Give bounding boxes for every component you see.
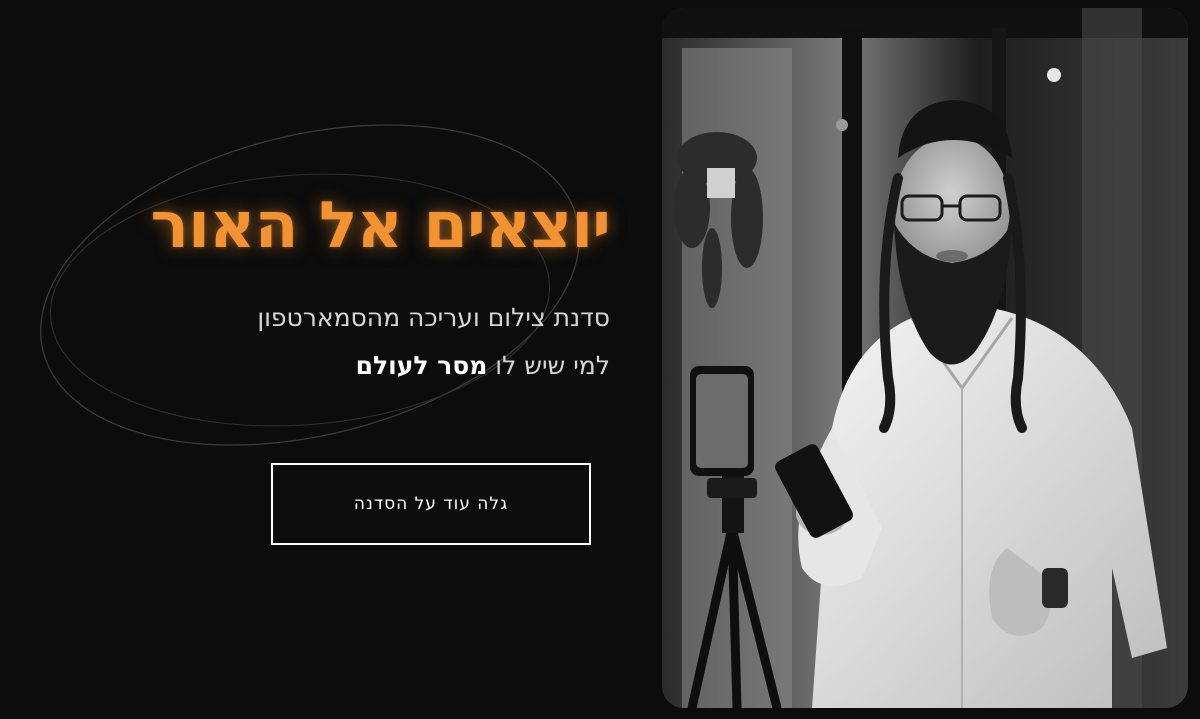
- hero-subtitle-line-2: למי שיש לו מסר לעולם: [0, 342, 610, 390]
- hero-text-block: יוצאים אל האור סדנת צילום ועריכה מהסמארט…: [0, 180, 611, 390]
- learn-more-button-label: גלה עוד על הסדנה: [353, 494, 509, 514]
- learn-more-button[interactable]: גלה עוד על הסדנה: [271, 463, 591, 545]
- hero-subtitle-highlight: מסר לעולם: [355, 351, 488, 380]
- hero-subtitle-line-2-prefix: למי שיש לו: [487, 351, 610, 380]
- instructor-photo-illustration: [662, 8, 1188, 708]
- landing-page: יוצאים אל האור סדנת צילום ועריכה מהסמארט…: [0, 0, 1200, 719]
- hero-subtitle-line-1: סדנת צילום ועריכה מהסמארטפון: [257, 303, 610, 332]
- hero-title: יוצאים אל האור: [150, 189, 611, 263]
- workshop-instructor-photo: [662, 8, 1188, 708]
- hero-subtitle: סדנת צילום ועריכה מהסמארטפון למי שיש לו …: [0, 294, 610, 390]
